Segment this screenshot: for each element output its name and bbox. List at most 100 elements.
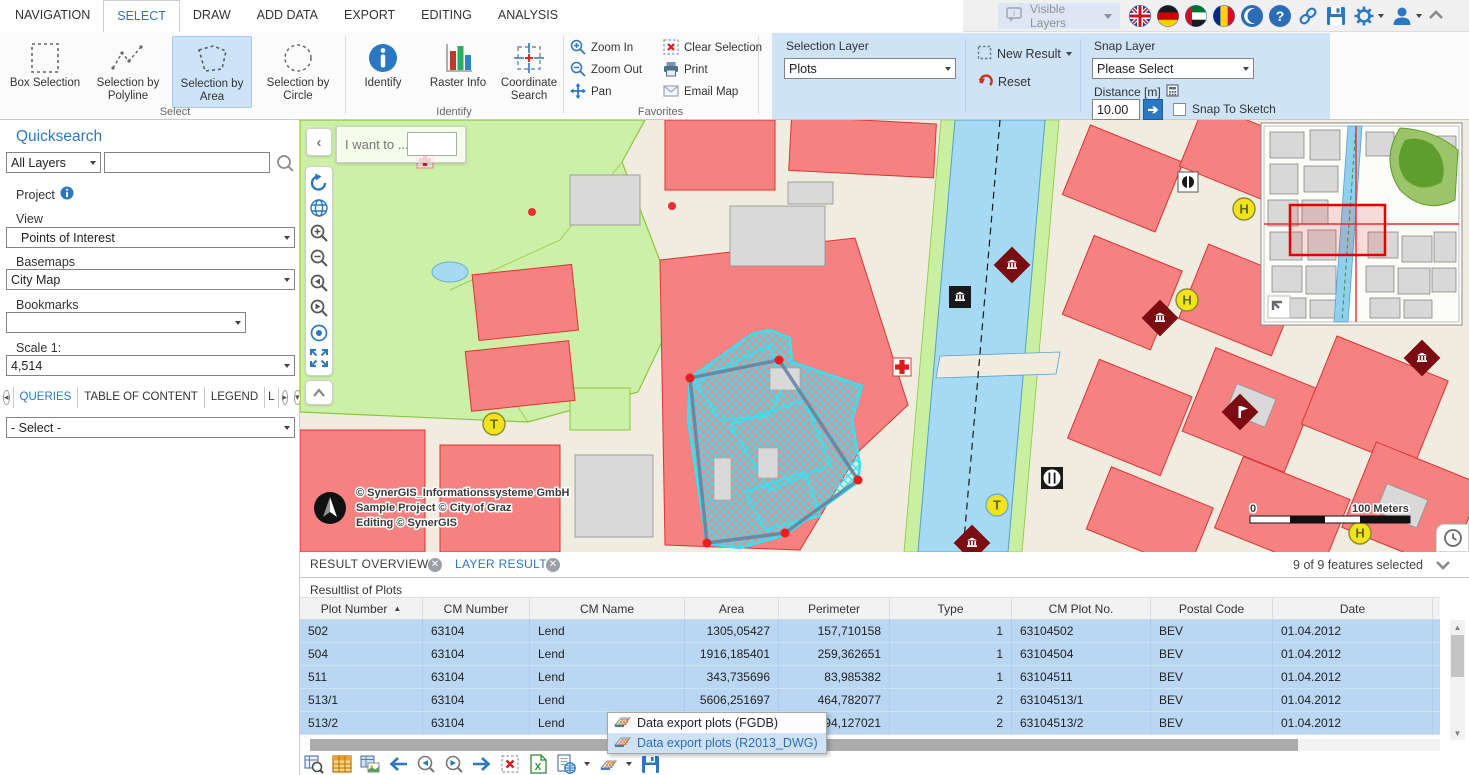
header-cell[interactable]: CM Plot No. xyxy=(1012,598,1151,619)
header-cell[interactable]: Postal Code xyxy=(1151,598,1273,619)
table-row[interactable]: 513/263104Lend94,127021263104513/2BEV01.… xyxy=(300,712,1440,735)
crescent-icon[interactable] xyxy=(1240,4,1264,28)
arrow-right-icon[interactable] xyxy=(472,754,492,774)
tab-queries[interactable]: QUERIES xyxy=(13,387,79,408)
full-extent-icon[interactable] xyxy=(307,345,331,370)
tab-table-of-content[interactable]: TABLE OF CONTENT xyxy=(78,387,205,408)
calculator-icon[interactable] xyxy=(1166,84,1179,100)
info-icon[interactable] xyxy=(60,186,74,203)
table-copy-icon[interactable] xyxy=(360,754,380,774)
menu-tab-add-data[interactable]: ADD DATA xyxy=(244,0,331,32)
map-toolbar-collapse-icon[interactable] xyxy=(305,380,333,405)
email-map-button[interactable]: Email Map xyxy=(663,83,738,101)
visible-layers-button[interactable]: i Visible Layers xyxy=(998,3,1120,29)
zoom-to-table-icon[interactable] xyxy=(304,754,324,774)
prev-result-icon[interactable] xyxy=(416,754,436,774)
previous-extent-icon[interactable] xyxy=(307,270,331,295)
link-icon[interactable] xyxy=(1296,4,1320,28)
reset-button[interactable]: Reset xyxy=(977,73,1031,91)
context-menu-item[interactable]: Data export plots (R2013_DWG) xyxy=(608,733,826,753)
collapse-ribbon-icon[interactable] xyxy=(1428,9,1444,24)
scrollbar-thumb[interactable] xyxy=(1451,635,1464,677)
pan-button[interactable]: Pan xyxy=(570,83,611,101)
snap-layer-dropdown[interactable]: Please Select xyxy=(1092,58,1254,79)
raster-info-button[interactable]: Raster Info xyxy=(420,36,496,108)
header-cell[interactable]: Date xyxy=(1273,598,1433,619)
next-result-icon[interactable] xyxy=(444,754,464,774)
table-vertical-scrollbar[interactable]: ▲ ▼ xyxy=(1450,620,1465,740)
menu-tab-draw[interactable]: DRAW xyxy=(180,0,244,32)
tab-layer-result[interactable]: LAYER RESULT xyxy=(455,557,547,571)
distance-input[interactable]: 10.00 xyxy=(1092,99,1140,120)
user-icon[interactable] xyxy=(1390,4,1414,28)
close-icon[interactable]: ✕ xyxy=(428,558,442,572)
apply-distance-button[interactable]: ➔ xyxy=(1143,99,1163,120)
clear-selection-button[interactable]: Clear Selection xyxy=(663,39,762,57)
view-dropdown[interactable]: Points of Interest xyxy=(6,227,295,248)
tab-truncated[interactable]: L xyxy=(265,387,278,408)
tab-result-overview[interactable]: RESULT OVERVIEW xyxy=(310,557,429,571)
arrow-left-icon[interactable] xyxy=(388,754,408,774)
box-selection-button[interactable]: Box Selection xyxy=(6,36,84,108)
print-button[interactable]: Print xyxy=(663,61,708,79)
zoom-out-button[interactable]: Zoom Out xyxy=(570,61,642,79)
table-row[interactable]: 50463104Lend1916,185401259,3626511631045… xyxy=(300,643,1440,666)
bookmarks-dropdown[interactable] xyxy=(6,312,246,333)
next-extent-icon[interactable] xyxy=(307,295,331,320)
panel-expand-icon[interactable] xyxy=(1435,559,1451,574)
clear-selection-icon[interactable] xyxy=(500,754,520,774)
search-icon[interactable] xyxy=(276,154,295,176)
flag-romania-icon[interactable] xyxy=(1212,4,1236,28)
globe-icon[interactable] xyxy=(307,195,331,220)
flag-germany-icon[interactable] xyxy=(1156,4,1180,28)
time-slider-button[interactable] xyxy=(1436,524,1469,552)
scroll-up-icon[interactable]: ▲ xyxy=(1450,620,1465,634)
user-caret-icon[interactable] xyxy=(1416,14,1422,18)
basemaps-dropdown[interactable]: City Map xyxy=(6,269,295,290)
table-row[interactable]: 50263104Lend1305,05427157,71015816310450… xyxy=(300,620,1440,643)
help-icon[interactable]: ? xyxy=(1268,4,1292,28)
selection-by-polyline-button[interactable]: Selection by Polyline xyxy=(88,36,168,108)
export-caret-icon[interactable] xyxy=(626,762,632,766)
header-cell[interactable]: CM Name xyxy=(530,598,685,619)
menu-tab-analysis[interactable]: ANALYSIS xyxy=(485,0,571,32)
flag-uae-icon[interactable] xyxy=(1184,4,1208,28)
excel-export-icon[interactable]: X xyxy=(528,754,548,774)
snap-to-sketch-checkbox[interactable] xyxy=(1173,103,1186,116)
table-row[interactable]: 51163104Lend343,73569683,985382163104511… xyxy=(300,666,1440,689)
save-result-icon[interactable] xyxy=(640,754,660,774)
map-canvas[interactable]: T T H H H xyxy=(300,120,1469,552)
overview-collapse-icon[interactable] xyxy=(1268,296,1290,318)
i-want-to-input[interactable] xyxy=(407,132,457,156)
zoom-in-icon[interactable] xyxy=(307,220,331,245)
scale-dropdown[interactable]: 4,514 xyxy=(6,355,295,376)
header-cell[interactable]: Type xyxy=(890,598,1012,619)
quicksearch-layer-dropdown[interactable]: All Layers xyxy=(6,152,101,173)
center-map-icon[interactable] xyxy=(307,320,331,345)
menu-tab-editing[interactable]: EDITING xyxy=(408,0,485,32)
selection-by-area-button[interactable]: Selection by Area xyxy=(172,36,252,108)
overview-map-inset[interactable] xyxy=(1261,123,1462,325)
i-want-to-widget[interactable]: I want to ... xyxy=(336,126,466,163)
overview-extent-box[interactable] xyxy=(1290,205,1385,255)
context-menu-item[interactable]: Data export plots (FGDB) xyxy=(608,713,826,733)
zoom-in-button[interactable]: Zoom In xyxy=(570,39,633,57)
flag-uk-icon[interactable] xyxy=(1128,4,1152,28)
table-horizontal-scrollbar[interactable] xyxy=(310,739,1440,751)
gear-icon[interactable] xyxy=(1352,4,1376,28)
query-select-dropdown[interactable]: - Select - xyxy=(6,417,295,438)
table-row[interactable]: 513/163104Lend5606,251697464,78207726310… xyxy=(300,689,1440,712)
data-export-icon[interactable] xyxy=(598,754,618,774)
new-result-button[interactable]: New Result xyxy=(977,45,1072,63)
report-caret-icon[interactable] xyxy=(584,762,590,766)
gear-caret-icon[interactable] xyxy=(1378,14,1384,18)
refresh-icon[interactable] xyxy=(307,170,331,195)
tabs-scroll-right-icon[interactable]: ▸ xyxy=(282,390,289,405)
coordinate-search-button[interactable]: Coordinate Search xyxy=(498,36,560,108)
header-cell[interactable]: Perimeter xyxy=(779,598,890,619)
table-icon[interactable] xyxy=(332,754,352,774)
zoom-out-icon[interactable] xyxy=(307,245,331,270)
scroll-down-icon[interactable]: ▼ xyxy=(1450,726,1465,740)
identify-button[interactable]: Identify xyxy=(352,36,414,108)
menu-tab-navigation[interactable]: NAVIGATION xyxy=(2,0,103,32)
